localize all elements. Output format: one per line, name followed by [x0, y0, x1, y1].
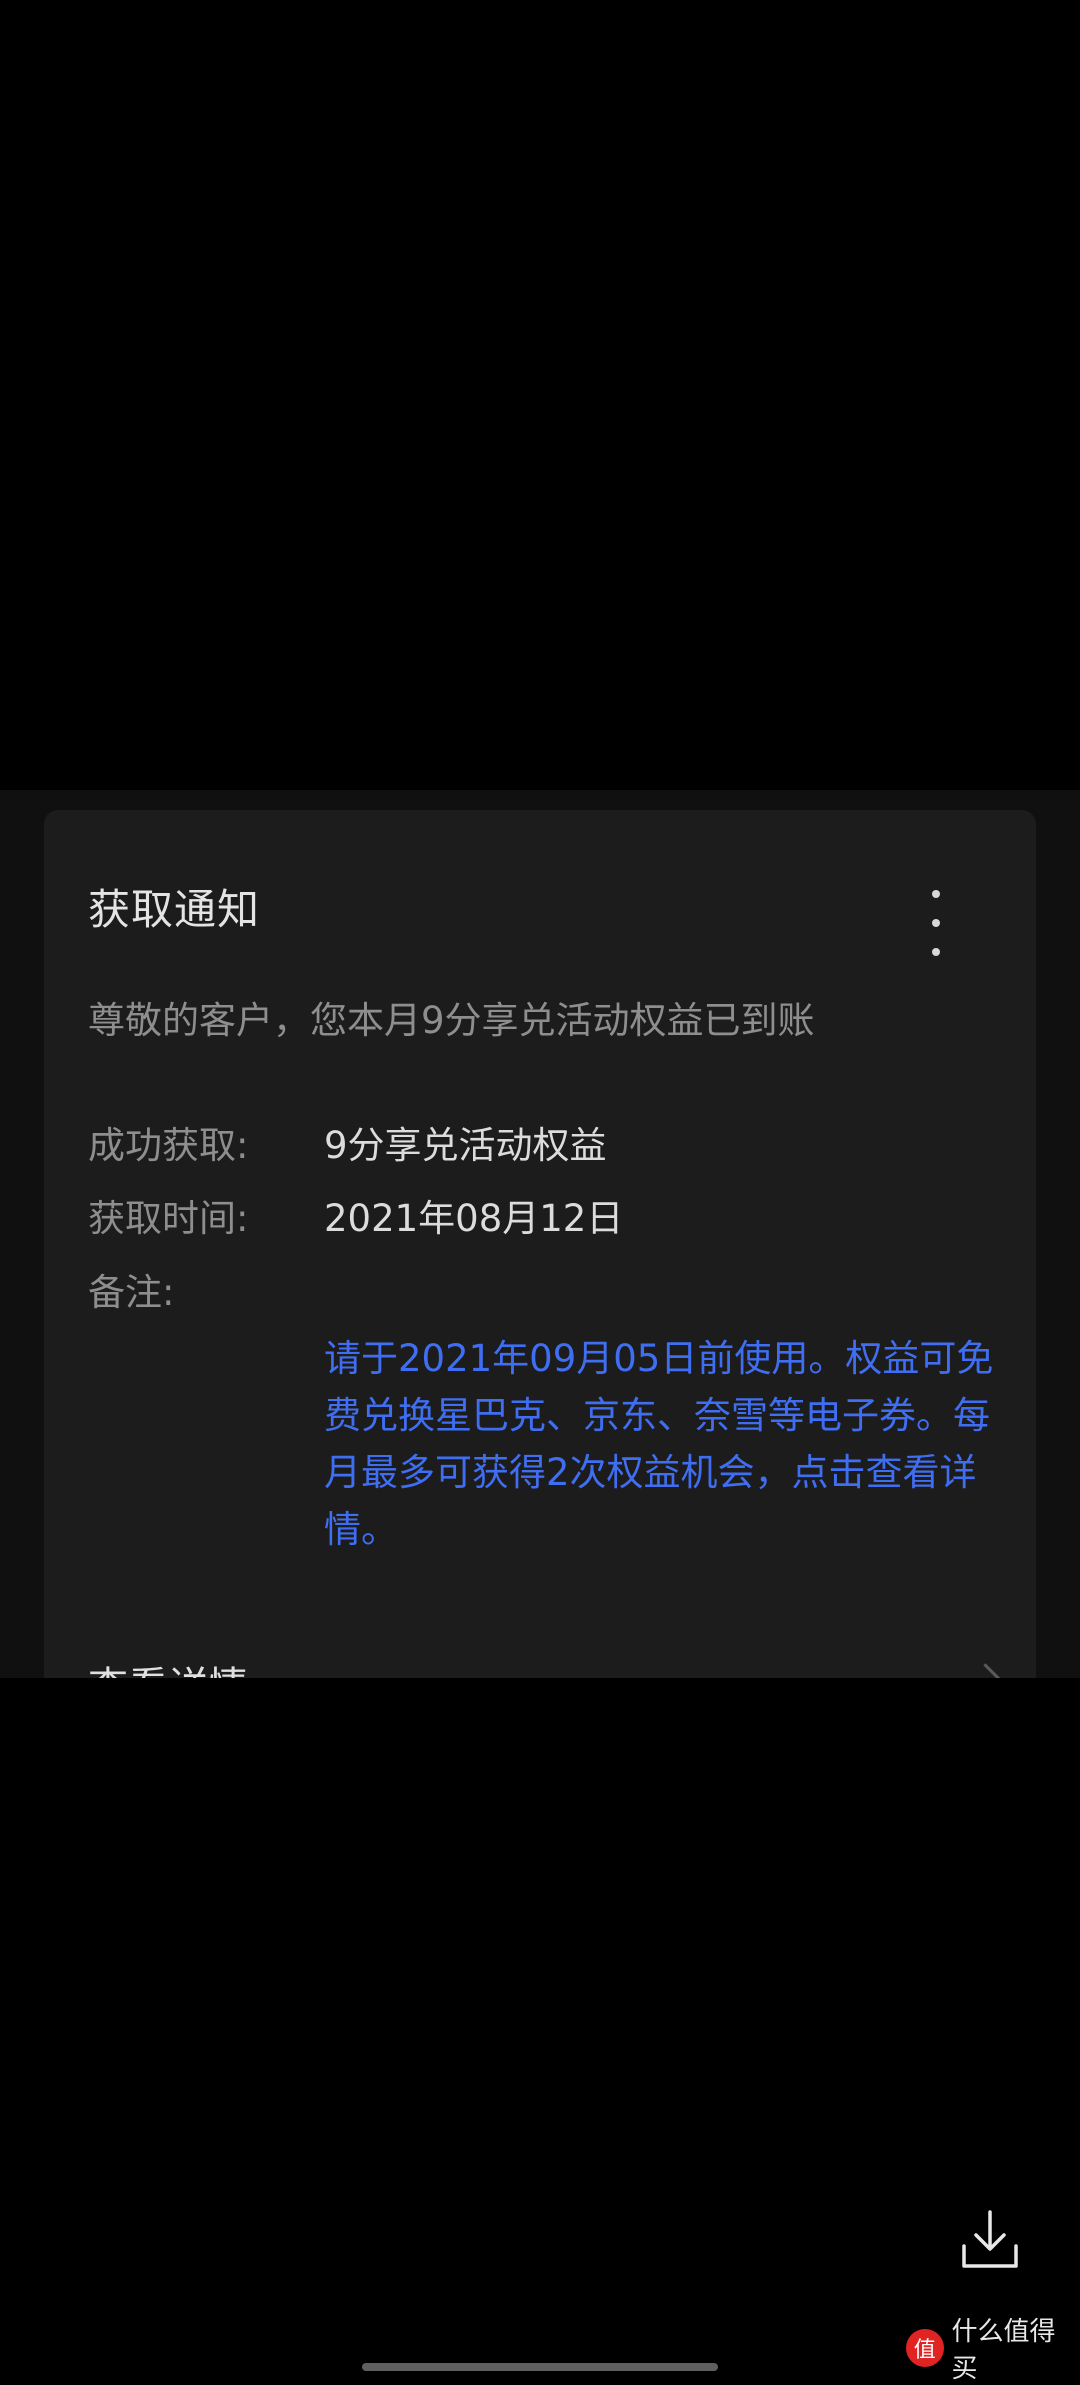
- screenshot-image: 获取通知 尊敬的客户，您本月9分享兑活动权益已到账 成功获取: 9分享兑活动权益…: [0, 790, 1080, 1678]
- remark-label: 备注:: [88, 1271, 175, 1314]
- obtained-time-label: 获取时间:: [88, 1197, 249, 1240]
- card-title: 获取通知: [88, 885, 261, 934]
- greeting-text: 尊敬的客户，您本月9分享兑活动权益已到账: [88, 999, 815, 1042]
- more-options-button[interactable]: [916, 890, 956, 956]
- watermark-text: 什么值得买: [951, 2317, 1056, 2384]
- view-details-row[interactable]: 查看详情: [44, 1610, 1036, 1678]
- chevron-right-icon: [969, 1663, 1002, 1678]
- more-vertical-icon-dot: [932, 919, 940, 927]
- obtained-label: 成功获取:: [88, 1124, 249, 1167]
- obtained-value: 9分享兑活动权益: [324, 1124, 607, 1167]
- notification-card: 获取通知 尊敬的客户，您本月9分享兑活动权益已到账 成功获取: 9分享兑活动权益…: [44, 810, 1036, 1678]
- download-icon: [962, 2210, 1018, 2268]
- watermark-logo-icon: 值: [906, 2329, 944, 2367]
- home-indicator[interactable]: [362, 2363, 718, 2371]
- remark-link[interactable]: 请于2021年09月05日前使用。权益可免费兑换星巴克、京东、奈雪等电子券。每月…: [324, 1330, 1004, 1558]
- obtained-time-value: 2021年08月12日: [324, 1197, 624, 1240]
- more-vertical-icon-dot: [932, 948, 940, 956]
- view-details-label: 查看详情: [88, 1654, 248, 1678]
- download-button[interactable]: [960, 2208, 1020, 2270]
- watermark: 值 什么值得买: [906, 2317, 1080, 2384]
- viewer-background: [0, 0, 1080, 790]
- more-vertical-icon-dot: [932, 890, 940, 898]
